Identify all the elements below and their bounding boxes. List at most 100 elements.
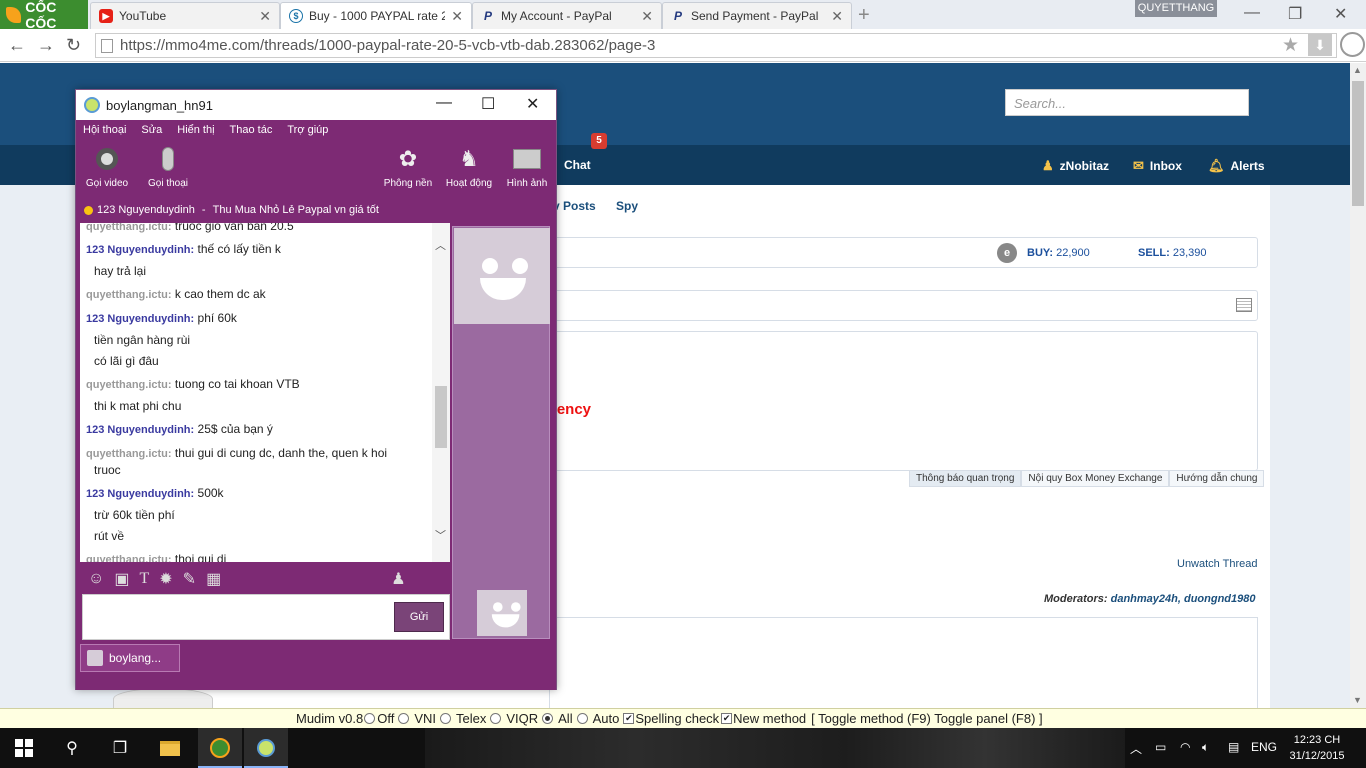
radio-all[interactable] <box>542 713 554 724</box>
nav-user[interactable]: ♟ zNobitaz <box>1042 158 1109 174</box>
back-icon[interactable]: ← <box>8 35 26 56</box>
browser-logo[interactable]: CỐC CỐC <box>0 0 88 31</box>
menu-conversation[interactable]: Hội thoại <box>83 124 126 136</box>
font-icon[interactable]: T <box>139 570 149 588</box>
background-button[interactable]: ✿ Phông nền <box>380 144 436 189</box>
unwatch-thread-link[interactable]: Unwatch Thread <box>1177 558 1258 570</box>
page-icon: $ <box>289 9 303 23</box>
clock[interactable]: 12:23 CH 31/12/2015 <box>1286 732 1348 764</box>
nav-inbox[interactable]: ✉ Inbox <box>1133 158 1182 174</box>
attach-icon[interactable]: ✎ <box>183 569 196 589</box>
activity-button[interactable]: ♞ Hoạt động <box>441 144 497 189</box>
address-bar[interactable]: https://mmo4me.com/threads/1000-paypal-r… <box>95 33 1337 58</box>
menu-actions[interactable]: Thao tác <box>230 124 273 136</box>
mudim-toggles[interactable]: [ Toggle method (F9) Toggle panel (F8) ] <box>811 711 1042 726</box>
tab-youtube[interactable]: ▶ YouTube ✕ <box>90 2 280 29</box>
radio-off[interactable] <box>364 713 376 724</box>
minimize-icon[interactable]: — <box>436 94 452 112</box>
chat-body: Hội thoại Sửa Hiển thị Thao tác Trợ giúp… <box>76 120 556 690</box>
my-avatar[interactable] <box>477 590 527 636</box>
formatting-toolbar: ☺ ▣ T ✹ ✎ ▦ ♟ <box>80 565 450 593</box>
reload-icon[interactable]: ↻ <box>66 35 81 56</box>
restore-icon[interactable]: ❐ <box>1288 4 1302 24</box>
close-tab-icon[interactable]: ✕ <box>831 8 843 25</box>
browser-menu-icon[interactable] <box>1340 32 1365 57</box>
notice-tabs: Thông báo quan trọng Nội quy Box Money E… <box>909 470 1265 487</box>
buzz-icon[interactable]: ✹ <box>159 569 172 589</box>
moderator-links[interactable]: danhmay24h, duongnd1980 <box>1111 593 1256 605</box>
avatar-panel <box>452 226 550 639</box>
page-scrollbar[interactable]: ▲ ▼ <box>1350 63 1366 708</box>
send-button[interactable]: Gửi <box>394 602 444 632</box>
tab-paypal-account[interactable]: P My Account - PayPal ✕ <box>472 2 662 29</box>
tab-guide[interactable]: Hướng dẫn chung <box>1169 470 1265 487</box>
calendar-icon[interactable] <box>1236 298 1252 312</box>
search-input[interactable]: Search... <box>1005 89 1249 116</box>
radio-auto[interactable] <box>576 713 588 724</box>
radio-vni[interactable] <box>398 713 410 724</box>
tab-notice[interactable]: Thông báo quan trọng <box>909 470 1022 487</box>
menu-help[interactable]: Trợ giúp <box>287 124 328 136</box>
new-posts-link[interactable]: v Posts <box>553 199 596 213</box>
message: 123 Nguyenduydinh: 500k <box>86 486 224 500</box>
search-icon[interactable]: ⚲ <box>60 736 84 760</box>
forward-icon[interactable]: → <box>37 35 55 56</box>
message: truoc <box>94 463 121 477</box>
minimize-icon[interactable]: — <box>1244 4 1260 22</box>
file-explorer-icon[interactable] <box>158 736 182 760</box>
battery-icon[interactable]: ▭ <box>1155 740 1166 754</box>
photos-button[interactable]: Hình ảnh <box>499 144 555 189</box>
chevron-up-icon[interactable]: ︿ <box>1130 740 1142 757</box>
volume-icon[interactable]: 🔈︎ <box>1202 740 1209 755</box>
close-tab-icon[interactable]: ✕ <box>641 8 653 25</box>
windows-start-icon[interactable] <box>12 736 36 760</box>
nav-alerts[interactable]: 🔔︎ Alerts <box>1208 158 1265 174</box>
close-icon[interactable]: ✕ <box>1334 4 1347 24</box>
scroll-thumb[interactable] <box>435 386 447 448</box>
input-language[interactable]: ENG <box>1251 740 1277 754</box>
tab-mmo4me[interactable]: $ Buy - 1000 PAYPAL rate 20 ✕ <box>280 2 472 29</box>
audible-icon[interactable]: ▣ <box>114 569 129 589</box>
tab-paypal-send[interactable]: P Send Payment - PayPal ✕ <box>662 2 852 29</box>
bookmark-star-icon[interactable]: ★ <box>1282 34 1299 57</box>
conversation-tab[interactable]: boylang... <box>80 644 180 672</box>
insert-image-icon[interactable]: ▦ <box>206 569 221 589</box>
contact-info-icon[interactable]: ♟ <box>391 569 405 589</box>
close-tab-icon[interactable]: ✕ <box>451 8 463 25</box>
messenger-taskbar-icon <box>254 736 278 760</box>
keyboard-icon[interactable]: ▤ <box>1228 740 1239 754</box>
tab-rules[interactable]: Nội quy Box Money Exchange <box>1021 470 1170 487</box>
conversation-scrollbar[interactable]: ︿ ﹀ <box>432 223 450 562</box>
menu-view[interactable]: Hiển thị <box>177 124 214 136</box>
contact-avatar[interactable] <box>454 228 550 324</box>
voice-call-button[interactable]: Gọi thoại <box>140 144 196 189</box>
profile-badge[interactable]: QUYETTHANG <box>1135 0 1217 17</box>
close-icon[interactable]: ✕ <box>526 94 539 114</box>
radio-telex[interactable] <box>439 713 451 724</box>
scroll-thumb[interactable] <box>1352 81 1364 206</box>
chevron-up-icon[interactable]: ︿ <box>435 237 446 253</box>
activity-icon: ♞ <box>459 146 479 171</box>
emoticon-icon[interactable]: ☺ <box>88 570 104 588</box>
scroll-down-icon[interactable]: ▼ <box>1353 695 1362 705</box>
message: quyetthang.ictu: truoc gio van ban 20.5 <box>86 223 294 233</box>
conversation-log: quyetthang.ictu: truoc gio van ban 20.5 … <box>80 223 450 562</box>
scroll-up-icon[interactable]: ▲ <box>1353 65 1362 75</box>
video-call-button[interactable]: Gọi video <box>79 144 135 189</box>
new-tab-icon[interactable]: + <box>858 4 870 27</box>
radio-viqr[interactable] <box>490 713 502 724</box>
nav-chat[interactable]: Chat <box>564 158 591 172</box>
new-method-checkbox[interactable]: ✔ <box>721 713 733 724</box>
close-tab-icon[interactable]: ✕ <box>259 8 271 25</box>
chevron-down-icon[interactable]: ﹀ <box>435 527 446 543</box>
message: quyetthang.ictu: thoi gui di <box>86 552 227 562</box>
wifi-icon[interactable]: ◠ <box>1180 740 1190 754</box>
task-view-icon[interactable]: ❐ <box>108 736 132 760</box>
page-info-icon[interactable] <box>101 39 113 53</box>
menu-edit[interactable]: Sửa <box>141 124 162 136</box>
spy-link[interactable]: Spy <box>616 199 638 213</box>
spelling-check-checkbox[interactable]: ✔ <box>623 713 635 724</box>
maximize-icon[interactable]: ☐ <box>481 94 495 114</box>
message: quyetthang.ictu: tuong co tai khoan VTB <box>86 377 300 391</box>
download-icon[interactable]: ⬇ <box>1308 34 1332 56</box>
